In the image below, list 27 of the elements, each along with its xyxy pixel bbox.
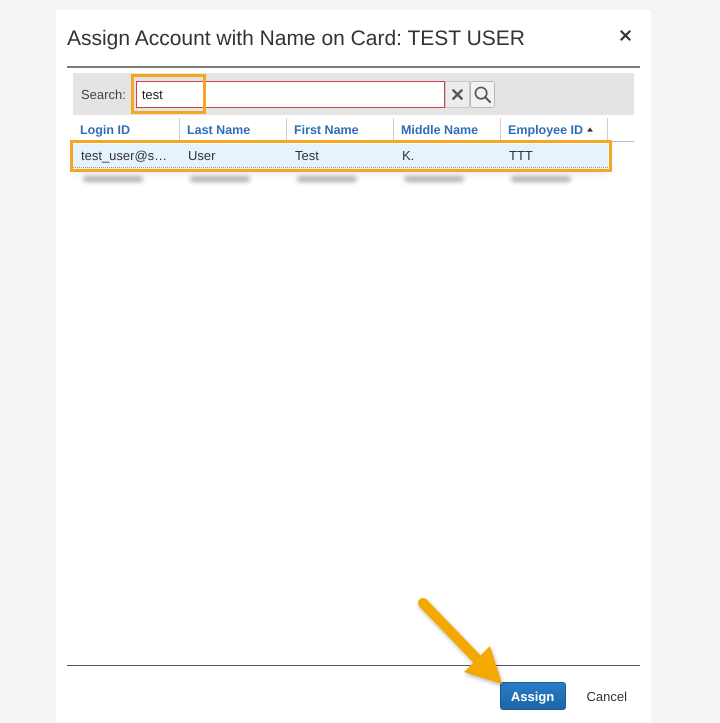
- blurred-text: [511, 176, 571, 182]
- column-header[interactable]: Middle Name: [394, 118, 501, 141]
- dialog-title: Assign Account with Name on Card: TEST USER: [67, 27, 525, 51]
- column-header[interactable]: Login ID: [73, 118, 180, 141]
- column-header[interactable]: Employee ID: [501, 118, 608, 141]
- search-icon: [474, 86, 491, 102]
- table-cell-text: test_user@s…: [80, 147, 168, 165]
- clear-button[interactable]: [444, 80, 470, 108]
- blurred-text: [404, 176, 464, 182]
- table-row[interactable]: test_user@s… User Test K. TTT: [73, 144, 608, 168]
- sort-ascending-icon: [587, 127, 594, 132]
- table-cell-text: K.: [401, 147, 416, 165]
- table-cell-text: TTT: [508, 147, 534, 165]
- table-cell-text: User: [187, 147, 216, 165]
- column-header[interactable]: Last Name: [180, 118, 287, 141]
- blurred-text: [83, 176, 143, 182]
- close-icon[interactable]: [620, 30, 631, 40]
- blurred-text: [190, 176, 250, 182]
- table-cell-text: Test: [294, 147, 320, 165]
- close-icon: [452, 88, 463, 100]
- cancel-button[interactable]: Cancel: [586, 682, 627, 710]
- search-field[interactable]: test: [136, 80, 445, 108]
- column-header[interactable]: First Name: [287, 118, 394, 141]
- search-button[interactable]: [470, 80, 495, 108]
- blurred-text: [297, 176, 357, 182]
- search-label: Search:: [81, 86, 126, 102]
- assign-button[interactable]: Assign: [500, 682, 566, 710]
